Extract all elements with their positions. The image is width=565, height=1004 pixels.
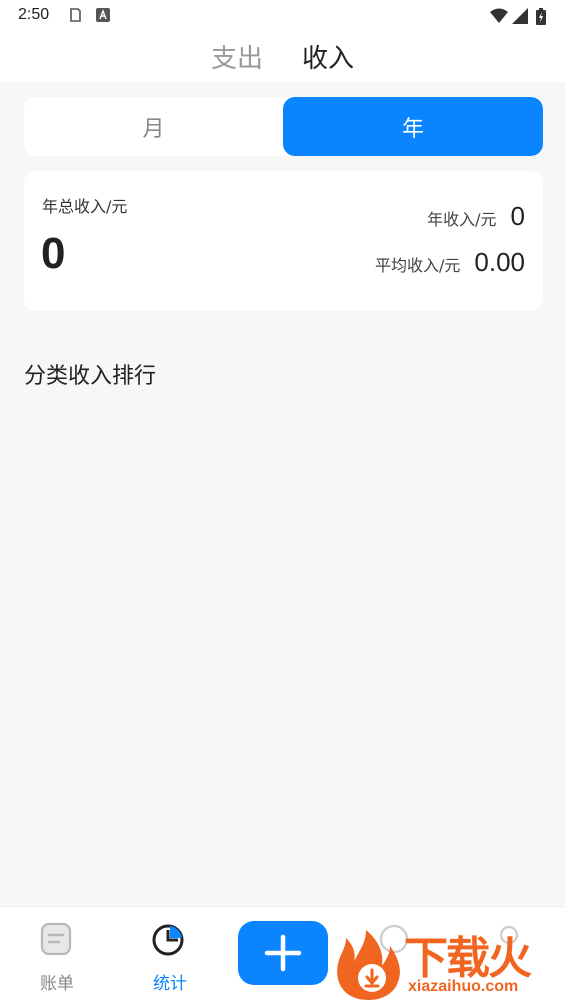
status-bar: 2:50 <box>0 0 565 32</box>
bill-icon <box>40 922 72 956</box>
battery-icon <box>536 8 546 25</box>
status-time: 2:50 <box>18 6 50 23</box>
year-income-label: 年收入/元 <box>427 210 497 229</box>
income-expense-tabs: 支出 收入 <box>0 40 565 80</box>
period-month-button[interactable]: 月 <box>24 97 283 156</box>
nav-bills[interactable]: 账单 <box>2 907 112 1004</box>
flame-logo-icon <box>337 930 400 1000</box>
top-area: 2:50 支出 收入 <box>0 0 565 82</box>
watermark: 下载火 xiazaihuo.com <box>332 920 562 1002</box>
income-summary-card: 年总收入/元 0 年收入/元 0 平均收入/元 0.00 <box>24 171 543 311</box>
add-record-button[interactable] <box>238 921 328 985</box>
period-segmented-control: 月 年 <box>24 97 543 156</box>
average-income-row: 平均收入/元 0.00 <box>375 247 525 278</box>
signal-icon <box>512 8 528 24</box>
category-ranking-title: 分类收入排行 <box>24 364 157 389</box>
wifi-icon <box>490 8 508 23</box>
keyboard-a-icon <box>96 8 110 22</box>
year-income-row: 年收入/元 0 <box>427 201 525 232</box>
nav-statistics[interactable]: 统计 <box>115 907 225 1004</box>
total-income-label: 年总收入/元 <box>42 197 128 216</box>
period-year-button[interactable]: 年 <box>283 97 543 156</box>
nav-bills-label: 账单 <box>40 974 74 994</box>
watermark-en: xiazaihuo.com <box>408 978 519 995</box>
plus-icon <box>264 934 302 972</box>
average-income-label: 平均收入/元 <box>374 256 461 275</box>
tab-expense[interactable]: 支出 <box>211 42 263 76</box>
year-income-value: 0 <box>510 201 525 231</box>
average-income-value: 0.00 <box>474 247 525 277</box>
sd-card-icon <box>70 8 81 22</box>
pie-chart-icon <box>152 924 184 956</box>
total-income-value: 0 <box>41 229 66 278</box>
nav-statistics-label: 统计 <box>153 974 187 994</box>
tab-income[interactable]: 收入 <box>302 42 354 76</box>
watermark-cn: 下载火 <box>404 933 532 984</box>
